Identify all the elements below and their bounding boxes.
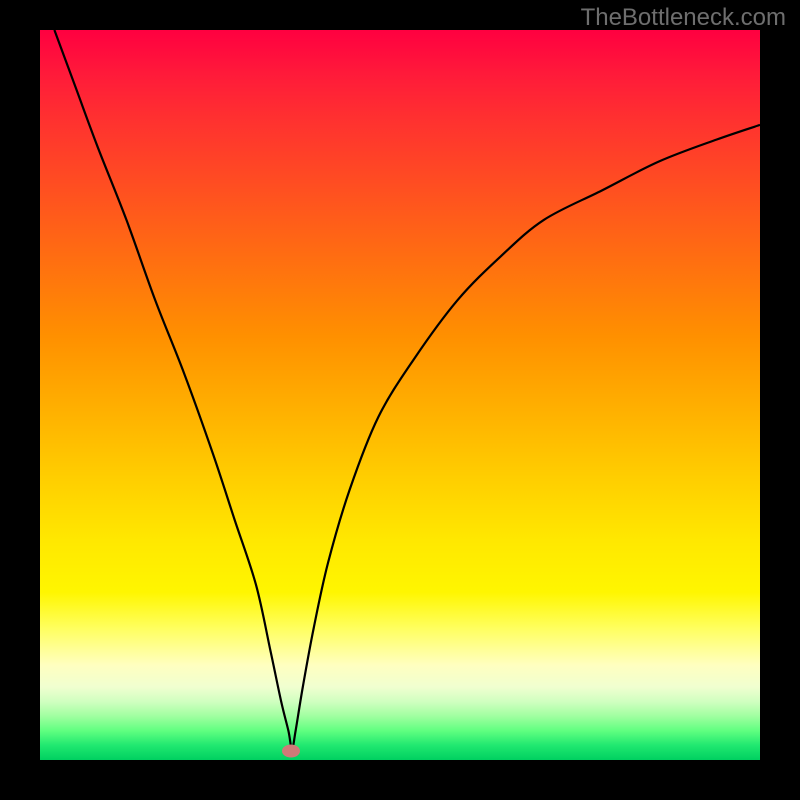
curve-svg <box>40 30 760 760</box>
plot-area <box>40 30 760 760</box>
optimal-point-marker <box>282 744 300 757</box>
bottleneck-curve <box>54 30 760 749</box>
chart-container: TheBottleneck.com <box>0 0 800 800</box>
watermark-text: TheBottleneck.com <box>581 4 786 32</box>
